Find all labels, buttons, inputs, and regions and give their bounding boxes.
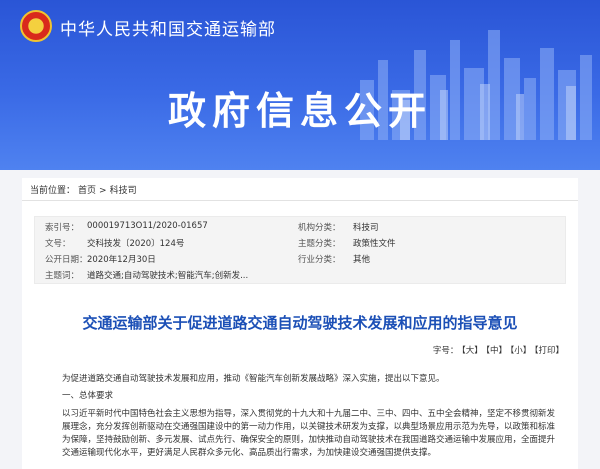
- print-button[interactable]: 【打印】: [534, 346, 564, 356]
- meta-label: 文号：: [45, 239, 71, 249]
- body-paragraph: 以习近平新时代中国特色社会主义思想为指导，深入贯彻党的十九大和十九届二中、三中、…: [62, 409, 556, 458]
- breadcrumb: 当前位置： 首页 > 科技司: [30, 183, 140, 196]
- national-emblem-icon: [20, 10, 52, 42]
- document-title: 交通运输部关于促进道路交通自动驾驶技术发展和应用的指导意见: [82, 314, 518, 332]
- content-card: 当前位置： 首页 > 科技司 索引号： 000019713O11/2020-01657…: [22, 178, 578, 469]
- font-size-label: 字号：: [432, 346, 459, 356]
- meta-value: 其他: [353, 255, 371, 265]
- font-small-button[interactable]: 【小】: [510, 346, 531, 356]
- font-large-button[interactable]: 【大】: [461, 346, 482, 356]
- meta-label: 索引号：: [45, 223, 80, 233]
- body-paragraph: 为促进道路交通自动驾驶技术发展和应用，推动《智能汽车创新发展战略》深入实施，提出…: [62, 374, 445, 384]
- ministry-name[interactable]: 中华人民共和国交通运输部: [60, 15, 276, 40]
- meta-value: 科技司: [353, 223, 379, 233]
- meta-row: 公开日期： 2020年12月30日 行业分类： 其他: [35, 253, 567, 266]
- meta-label: 行业分类：: [298, 255, 341, 265]
- meta-value: 交科技发〔2020〕124号: [87, 239, 185, 249]
- meta-label: 机构分类：: [298, 223, 341, 233]
- meta-label: 主题词：: [45, 271, 80, 281]
- meta-row: 文号： 交科技发〔2020〕124号 主题分类： 政策性文件: [35, 237, 567, 250]
- meta-value: 政策性文件: [353, 239, 396, 249]
- meta-label: 公开日期：: [45, 255, 88, 265]
- header-banner: 中华人民共和国交通运输部 政府信息公开: [0, 0, 600, 170]
- meta-label: 主题分类：: [298, 239, 341, 249]
- breadcrumb-home-link[interactable]: 首页: [78, 186, 96, 196]
- meta-row: 主题词： 道路交通;自动驾驶技术;智能汽车;创新发...: [35, 269, 567, 282]
- divider: [22, 200, 578, 201]
- font-medium-button[interactable]: 【中】: [486, 346, 507, 356]
- section-heading: 一、总体要求: [62, 391, 114, 401]
- meta-value: 2020年12月30日: [87, 255, 156, 265]
- meta-value: 道路交通;自动驾驶技术;智能汽车;创新发...: [87, 271, 249, 281]
- meta-row: 索引号： 000019713O11/2020-01657 机构分类： 科技司: [35, 221, 567, 234]
- meta-value: 000019713O11/2020-01657: [87, 221, 208, 231]
- document-metadata-table: 索引号： 000019713O11/2020-01657 机构分类： 科技司 文…: [34, 216, 566, 284]
- page-hero-title: 政府信息公开: [167, 88, 432, 133]
- breadcrumb-separator: >: [99, 186, 107, 196]
- breadcrumb-prefix: 当前位置：: [30, 186, 76, 196]
- breadcrumb-current[interactable]: 科技司: [110, 186, 137, 196]
- font-size-toolbar: 字号： 【大】 【中】 【小】 【打印】: [430, 344, 564, 356]
